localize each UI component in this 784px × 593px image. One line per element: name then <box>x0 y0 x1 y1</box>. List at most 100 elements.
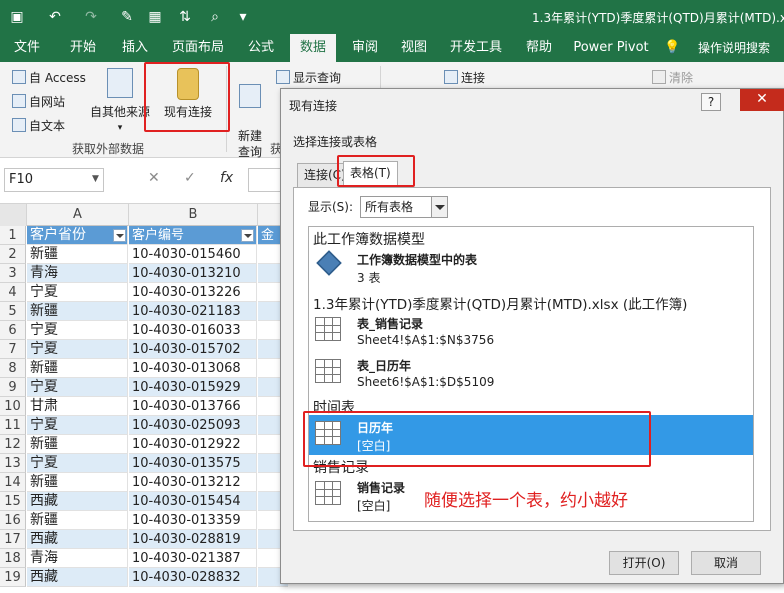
cell-province[interactable]: 西藏 <box>27 492 128 511</box>
name-box-dropdown-icon[interactable]: ▼ <box>92 174 99 184</box>
cell-customer-id[interactable]: 10-4030-013068 <box>129 359 257 378</box>
list-item-model-tables[interactable]: 工作簿数据模型中的表 3 表 <box>309 247 753 287</box>
row-header[interactable]: 9 <box>0 378 26 397</box>
cell-customer-id[interactable]: 10-4030-021387 <box>129 549 257 568</box>
undo-icon[interactable]: ↶ <box>46 8 64 26</box>
from-access-button[interactable]: 自 Access <box>12 68 86 88</box>
cell-province[interactable]: 宁夏 <box>27 340 128 359</box>
insert-function-icon[interactable]: fx <box>220 170 233 186</box>
column-header-a[interactable]: A <box>27 204 129 226</box>
customize-qat-icon[interactable]: ▾ <box>234 8 252 26</box>
cell-customer-id[interactable]: 10-4030-015702 <box>129 340 257 359</box>
header-cell-province[interactable]: 客户省份 <box>27 226 128 245</box>
help-button[interactable]: ? <box>701 93 721 111</box>
tab-home[interactable]: 开始 <box>60 34 106 62</box>
tab-power-pivot[interactable]: Power Pivot <box>570 34 652 62</box>
cell-customer-id[interactable]: 10-4030-016033 <box>129 321 257 340</box>
row-header[interactable]: 5 <box>0 302 26 321</box>
row-header[interactable]: 2 <box>0 245 26 264</box>
cell-customer-id[interactable]: 10-4030-013766 <box>129 397 257 416</box>
cell-customer-id[interactable]: 10-4030-012922 <box>129 435 257 454</box>
header-cell-customer-id[interactable]: 客户编号 <box>129 226 257 245</box>
show-filter-select[interactable]: 所有表格 <box>360 196 448 218</box>
chevron-down-icon[interactable] <box>431 197 447 217</box>
row-header[interactable]: 4 <box>0 283 26 302</box>
cell-province[interactable]: 新疆 <box>27 359 128 378</box>
tab-view[interactable]: 视图 <box>394 34 434 62</box>
row-header[interactable]: 3 <box>0 264 26 283</box>
from-text-button[interactable]: 自文本 <box>12 116 65 136</box>
row-header[interactable]: 10 <box>0 397 26 416</box>
cell-customer-id[interactable]: 10-4030-028832 <box>129 568 257 587</box>
cell-province[interactable]: 宁夏 <box>27 283 128 302</box>
cell-customer-id[interactable]: 10-4030-013212 <box>129 473 257 492</box>
save-icon[interactable]: ▣ <box>8 8 26 26</box>
tab-developer[interactable]: 开发工具 <box>444 34 508 62</box>
row-header[interactable]: 11 <box>0 416 26 435</box>
sort-icon[interactable]: ⇅ <box>176 8 194 26</box>
row-header[interactable]: 17 <box>0 530 26 549</box>
print-preview-icon[interactable]: ⌕ <box>206 8 224 26</box>
cell-province[interactable]: 新疆 <box>27 435 128 454</box>
tables-listbox[interactable]: 此工作簿数据模型 工作簿数据模型中的表 3 表 1.3年累计(YTD)季度累计(… <box>308 226 754 522</box>
close-button[interactable]: ✕ <box>740 89 784 111</box>
select-all-corner[interactable] <box>0 204 27 226</box>
cell-customer-id[interactable]: 10-4030-013359 <box>129 511 257 530</box>
cell-customer-id[interactable]: 10-4030-025093 <box>129 416 257 435</box>
tab-formulas[interactable]: 公式 <box>238 34 284 62</box>
cell-province[interactable]: 新疆 <box>27 473 128 492</box>
list-item-sales-table[interactable]: 表_销售记录 Sheet4!$A$1:$N$3756 <box>309 311 753 351</box>
filter-dropdown-icon[interactable] <box>241 229 254 242</box>
cell-province[interactable]: 新疆 <box>27 511 128 530</box>
name-box[interactable]: F10 <box>4 168 104 192</box>
row-header[interactable]: 1 <box>0 226 26 245</box>
connections-button[interactable]: 连接 <box>444 68 485 88</box>
cell-customer-id[interactable]: 10-4030-028819 <box>129 530 257 549</box>
tab-insert[interactable]: 插入 <box>112 34 158 62</box>
tell-me-search[interactable]: 操作说明搜索 <box>686 34 782 62</box>
tab-review[interactable]: 审阅 <box>342 34 388 62</box>
tab-page-layout[interactable]: 页面布局 <box>166 34 230 62</box>
cancel-formula-icon[interactable]: ✕ <box>148 170 160 186</box>
row-header[interactable]: 7 <box>0 340 26 359</box>
cell-province[interactable]: 宁夏 <box>27 416 128 435</box>
row-header[interactable]: 18 <box>0 549 26 568</box>
table-icon[interactable]: ▦ <box>146 8 164 26</box>
cell-province[interactable]: 西藏 <box>27 530 128 549</box>
cell-customer-id[interactable]: 10-4030-015460 <box>129 245 257 264</box>
tab-data[interactable]: 数据 <box>290 34 336 62</box>
cell-province[interactable]: 宁夏 <box>27 321 128 340</box>
tab-help[interactable]: 帮助 <box>518 34 560 62</box>
cell-province[interactable]: 宁夏 <box>27 378 128 397</box>
format-painter-icon[interactable]: ✎ <box>118 8 136 26</box>
cell-customer-id[interactable]: 10-4030-015929 <box>129 378 257 397</box>
cell-province[interactable]: 新疆 <box>27 245 128 264</box>
list-item-calendar-table[interactable]: 表_日历年 Sheet6!$A$1:$D$5109 <box>309 353 753 393</box>
row-header[interactable]: 13 <box>0 454 26 473</box>
row-header[interactable]: 15 <box>0 492 26 511</box>
clear-button[interactable]: 清除 <box>652 68 693 88</box>
column-header-b[interactable]: B <box>129 204 258 226</box>
cell-province[interactable]: 宁夏 <box>27 454 128 473</box>
cell-province[interactable]: 西藏 <box>27 568 128 587</box>
from-web-button[interactable]: 自网站 <box>12 92 65 112</box>
cell-customer-id[interactable]: 10-4030-013575 <box>129 454 257 473</box>
row-header[interactable]: 12 <box>0 435 26 454</box>
redo-icon[interactable]: ↷ <box>82 8 100 26</box>
cell-customer-id[interactable]: 10-4030-015454 <box>129 492 257 511</box>
row-header[interactable]: 6 <box>0 321 26 340</box>
cell-province[interactable]: 青海 <box>27 549 128 568</box>
cell-province[interactable]: 甘肃 <box>27 397 128 416</box>
cell-customer-id[interactable]: 10-4030-013210 <box>129 264 257 283</box>
row-header[interactable]: 19 <box>0 568 26 587</box>
cell-customer-id[interactable]: 10-4030-013226 <box>129 283 257 302</box>
cell-customer-id[interactable]: 10-4030-021183 <box>129 302 257 321</box>
row-header[interactable]: 8 <box>0 359 26 378</box>
filter-dropdown-icon[interactable] <box>113 229 126 242</box>
open-button[interactable]: 打开(O) <box>609 551 679 575</box>
cell-province[interactable]: 新疆 <box>27 302 128 321</box>
row-header[interactable]: 14 <box>0 473 26 492</box>
show-queries-button[interactable]: 显示查询 <box>276 68 341 88</box>
from-other-sources-button[interactable]: 自其他来源 ▾ <box>88 68 152 136</box>
enter-formula-icon[interactable]: ✓ <box>184 170 196 186</box>
